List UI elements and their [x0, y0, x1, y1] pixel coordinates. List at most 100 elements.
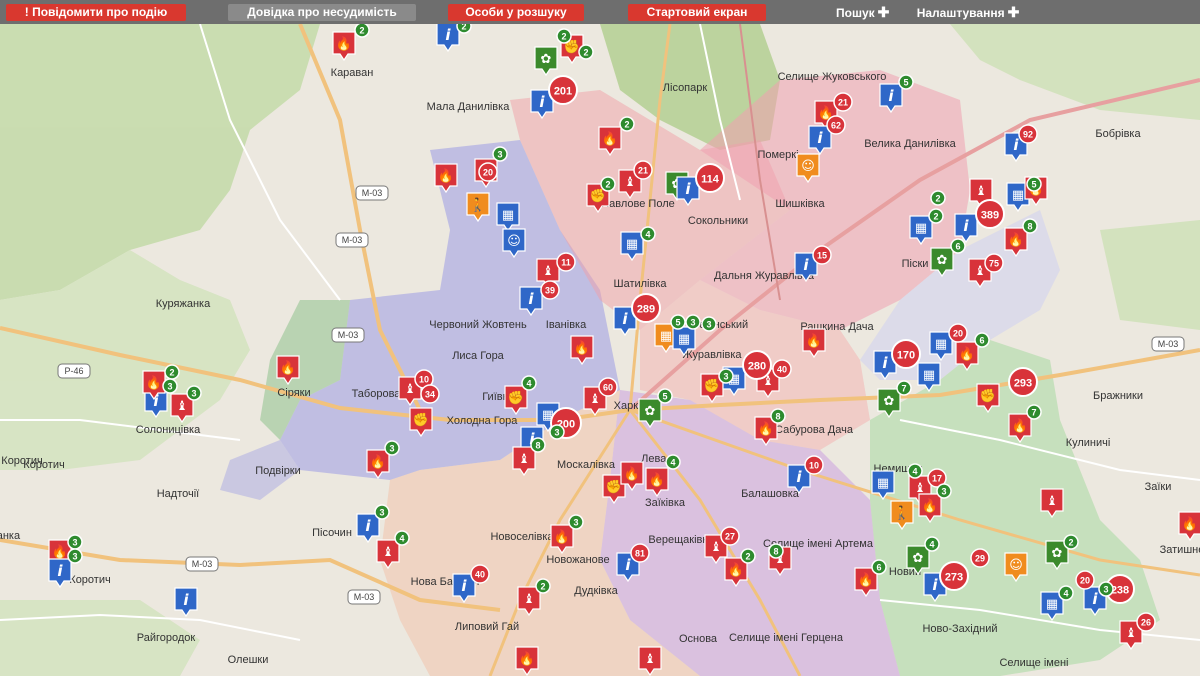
incident-count-bubble[interactable]: 293 [1008, 367, 1038, 397]
incident-count-bubble[interactable]: 5 [898, 74, 914, 90]
incident-count-bubble[interactable]: 40 [470, 564, 490, 584]
wanted-persons-button[interactable]: Особи у розшуку [448, 4, 584, 21]
incident-count-bubble[interactable]: 3 [718, 368, 734, 384]
incident-count-bubble[interactable]: 280 [742, 350, 772, 380]
incident-count-bubble[interactable]: 15 [812, 245, 832, 265]
report-event-button[interactable]: ! Повідомити про подію [6, 4, 186, 21]
incident-count-bubble[interactable]: 2 [619, 116, 635, 132]
place-label: Шатилівка [613, 278, 667, 290]
incident-count-bubble[interactable]: 6 [974, 332, 990, 348]
info-icon: i [817, 129, 823, 147]
incident-count-bubble[interactable]: 6 [950, 238, 966, 254]
incident-count-bubble[interactable]: 5 [670, 314, 686, 330]
incident-count-bubble[interactable]: 201 [548, 75, 578, 105]
incident-count-bubble[interactable]: 3 [67, 534, 83, 550]
fire-icon: 🔥 [602, 131, 618, 147]
incident-count-bubble[interactable]: 2 [354, 24, 370, 38]
incident-count-bubble[interactable]: 34 [420, 384, 440, 404]
incident-count-bubble[interactable]: 39 [540, 280, 560, 300]
count-label: 40 [777, 365, 787, 375]
incident-count-bubble[interactable]: 20 [1075, 570, 1095, 590]
fire-icon: 🔥 [1182, 516, 1198, 532]
incident-count-bubble[interactable]: 3 [549, 424, 565, 440]
incident-count-bubble[interactable]: 20 [478, 162, 498, 182]
incident-count-bubble[interactable]: 2 [930, 190, 946, 206]
search-button[interactable]: Пошук ✚ [830, 4, 894, 21]
count-label: 17 [932, 474, 942, 484]
incident-count-bubble[interactable]: 3 [685, 314, 701, 330]
incident-count-bubble[interactable]: 10 [804, 455, 824, 475]
incident-count-bubble[interactable]: 4 [665, 454, 681, 470]
incident-count-bubble[interactable]: 8 [770, 408, 786, 424]
fire-icon: 🔥 [806, 333, 822, 349]
criminal-record-reference-button[interactable]: Довідка про несудимість [228, 4, 416, 21]
city-map[interactable]: М-03 М-03 М-03 Р-46 М-03 М-03 М-03 Караван Мала… [0, 24, 1200, 676]
incident-count-bubble[interactable]: 8 [768, 543, 784, 559]
incident-count-bubble[interactable]: 389 [975, 199, 1005, 229]
incident-count-bubble[interactable]: 27 [720, 526, 740, 546]
incident-count-bubble[interactable]: 4 [640, 226, 656, 242]
incident-count-bubble[interactable]: 4 [907, 463, 923, 479]
incident-count-bubble[interactable]: 5 [657, 388, 673, 404]
incident-count-bubble[interactable]: 2 [578, 44, 594, 60]
incident-count-bubble[interactable]: 7 [896, 380, 912, 396]
incident-count-bubble[interactable]: 4 [521, 375, 537, 391]
incident-count-bubble[interactable]: 273 [939, 561, 969, 591]
incident-count-bubble[interactable]: 11 [556, 252, 576, 272]
info-icon: i [625, 556, 631, 574]
incident-count-bubble[interactable]: 4 [924, 536, 940, 552]
place-label: Солоницівка [136, 424, 201, 436]
place-label: Липовий Гай [455, 621, 519, 633]
incident-count-bubble[interactable]: 3 [67, 548, 83, 564]
incident-count-bubble[interactable]: 6 [871, 559, 887, 575]
incident-count-bubble[interactable]: 3 [568, 514, 584, 530]
incident-count-bubble[interactable]: 4 [1058, 585, 1074, 601]
road-badge-label: М-03 [192, 559, 213, 569]
incident-count-bubble[interactable]: 62 [826, 115, 846, 135]
incident-count-bubble[interactable]: 114 [695, 163, 725, 193]
incident-count-bubble[interactable]: 40 [772, 359, 792, 379]
incident-count-bubble[interactable]: 2 [164, 364, 180, 380]
incident-count-bubble[interactable]: 2 [1063, 534, 1079, 550]
start-screen-button[interactable]: Стартовий екран [628, 4, 766, 21]
incident-count-bubble[interactable]: 2 [535, 578, 551, 594]
incident-count-bubble[interactable]: 20 [948, 323, 968, 343]
incident-count-bubble[interactable]: 2 [600, 176, 616, 192]
incident-count-bubble[interactable]: 3 [701, 316, 717, 332]
incident-count-bubble[interactable]: 2 [556, 28, 572, 44]
incident-count-bubble[interactable]: 29 [970, 548, 990, 568]
fist-icon: ✊ [508, 390, 524, 406]
incident-count-bubble[interactable]: 3 [492, 146, 508, 162]
incident-count-bubble[interactable]: 289 [631, 293, 661, 323]
incident-count-bubble[interactable]: 21 [833, 92, 853, 112]
incident-count-bubble[interactable]: 2 [928, 208, 944, 224]
incident-count-bubble[interactable]: 2 [740, 548, 756, 564]
incident-count-bubble[interactable]: 2 [456, 24, 472, 34]
count-label: 29 [975, 554, 985, 564]
count-label: 34 [425, 390, 435, 400]
settings-button[interactable]: Налаштування ✚ [908, 4, 1028, 21]
incident-count-bubble[interactable]: 7 [1026, 404, 1042, 420]
incident-count-bubble[interactable]: 3 [186, 385, 202, 401]
count-label: 2 [624, 120, 629, 130]
incident-count-bubble[interactable]: 21 [633, 160, 653, 180]
incident-count-bubble[interactable]: 3 [162, 378, 178, 394]
incident-count-bubble[interactable]: 3 [384, 440, 400, 456]
incident-count-bubble[interactable]: 4 [394, 530, 410, 546]
incident-count-bubble[interactable]: 60 [598, 377, 618, 397]
incident-count-bubble[interactable]: 8 [530, 437, 546, 453]
incident-count-bubble[interactable]: 3 [374, 504, 390, 520]
count-label: 10 [419, 375, 429, 385]
incident-count-bubble[interactable]: 3 [936, 483, 952, 499]
incident-count-bubble[interactable]: 3 [1098, 581, 1114, 597]
incident-count-bubble[interactable]: 92 [1018, 124, 1038, 144]
incident-count-bubble[interactable]: 8 [1022, 218, 1038, 234]
incident-count-bubble[interactable]: 81 [630, 543, 650, 563]
info-icon: i [539, 93, 545, 111]
incident-count-bubble[interactable]: 26 [1136, 612, 1156, 632]
count-label: 3 [573, 518, 578, 528]
count-label: 3 [1103, 585, 1108, 595]
incident-count-bubble[interactable]: 170 [891, 339, 921, 369]
incident-count-bubble[interactable]: 5 [1026, 176, 1042, 192]
incident-count-bubble[interactable]: 75 [984, 253, 1004, 273]
